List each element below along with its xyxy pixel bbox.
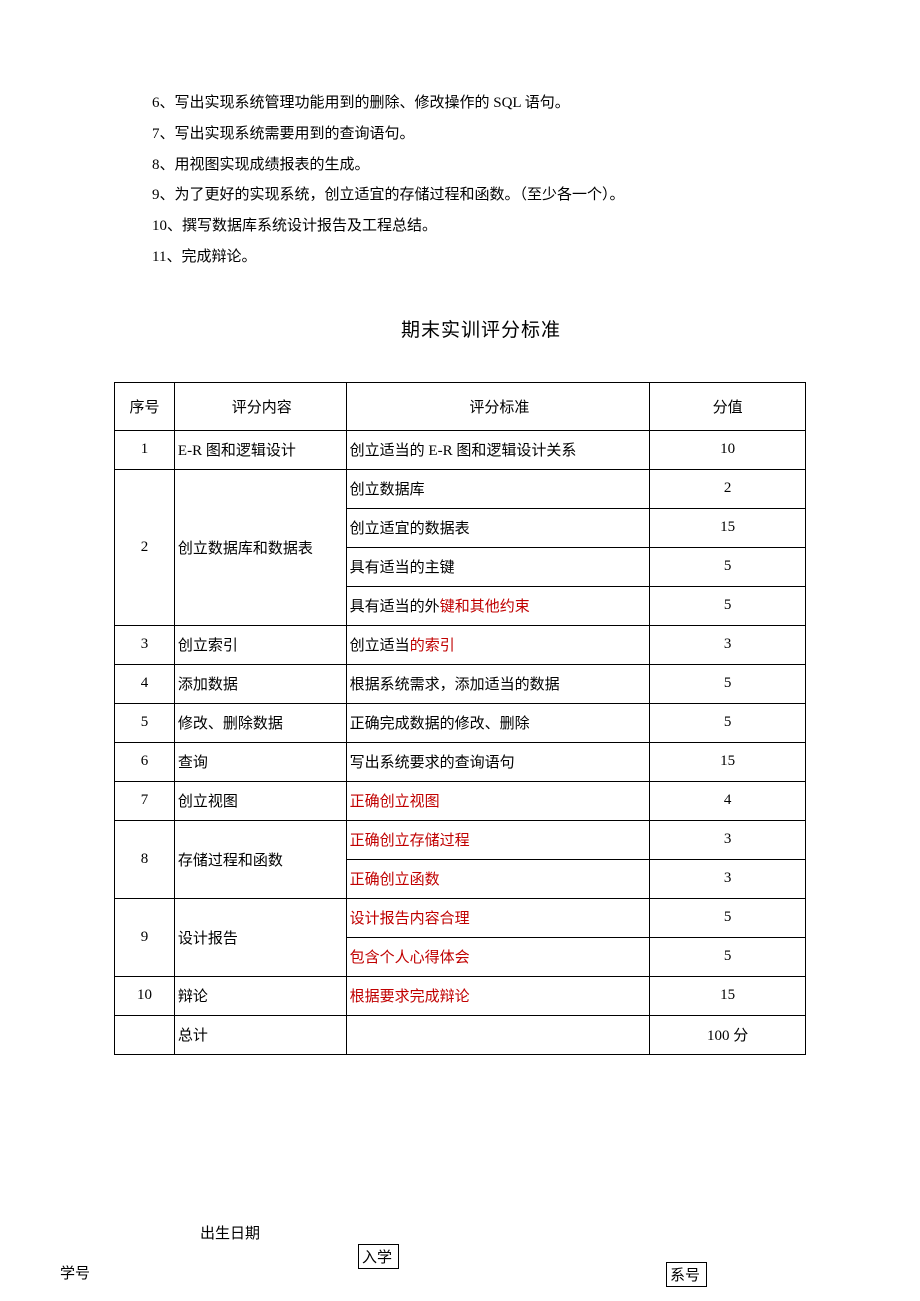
cell-score: 3 [650, 820, 806, 859]
cell-score: 4 [650, 781, 806, 820]
highlight-text: 键和其他约束 [440, 599, 530, 615]
cell-content: 创立视图 [174, 781, 346, 820]
cell-score: 5 [650, 703, 806, 742]
cell-score: 15 [650, 742, 806, 781]
cell-standard: 正确完成数据的修改、删除 [346, 703, 650, 742]
task-item: 10、撰写数据库系统设计报告及工程总结。 [152, 211, 810, 242]
cell-seq: 9 [115, 898, 175, 976]
header-standard: 评分标准 [346, 382, 650, 430]
table-row: 5修改、删除数据正确完成数据的修改、删除5 [115, 703, 806, 742]
header-content: 评分内容 [174, 382, 346, 430]
highlight-text: 正确创立函数 [350, 872, 440, 888]
highlight-text: 的索引 [410, 638, 455, 654]
cell-content: 创立数据库和数据表 [174, 469, 346, 625]
field-birth-date: 出生日期 [200, 1222, 260, 1243]
cell-seq: 4 [115, 664, 175, 703]
section-title: 期末实训评分标准 [152, 315, 810, 342]
highlight-text: 根据要求完成辩论 [350, 989, 470, 1005]
cell-score: 5 [650, 937, 806, 976]
cell-score: 15 [650, 508, 806, 547]
cell-score: 15 [650, 976, 806, 1015]
cell-content: E-R 图和逻辑设计 [174, 430, 346, 469]
cell-score: 5 [650, 898, 806, 937]
task-item: 6、写出实现系统管理功能用到的删除、修改操作的 SQL 语句。 [152, 88, 810, 119]
highlight-text: 包含个人心得体会 [350, 950, 470, 966]
cell-score: 3 [650, 859, 806, 898]
header-score: 分值 [650, 382, 806, 430]
header-seq: 序号 [115, 382, 175, 430]
cell-content: 辩论 [174, 976, 346, 1015]
table-row: 8存储过程和函数正确创立存储过程3 [115, 820, 806, 859]
cell-content: 添加数据 [174, 664, 346, 703]
cell-seq: 3 [115, 625, 175, 664]
cell-seq [115, 1015, 175, 1054]
cell-content: 总计 [174, 1015, 346, 1054]
task-item: 11、完成辩论。 [152, 242, 810, 273]
cell-standard: 正确创立视图 [346, 781, 650, 820]
highlight-text: 设计报告内容合理 [350, 911, 470, 927]
table-row: 3创立索引创立适当的索引3 [115, 625, 806, 664]
cell-standard: 根据要求完成辩论 [346, 976, 650, 1015]
cell-content: 修改、删除数据 [174, 703, 346, 742]
task-item: 9、为了更好的实现系统，创立适宜的存储过程和函数。（至少各一个）。 [152, 180, 810, 211]
cell-content: 存储过程和函数 [174, 820, 346, 898]
cell-standard: 创立适当的索引 [346, 625, 650, 664]
cell-content: 设计报告 [174, 898, 346, 976]
cell-seq: 1 [115, 430, 175, 469]
cell-standard [346, 1015, 650, 1054]
cell-content: 查询 [174, 742, 346, 781]
highlight-text: 正确创立存储过程 [350, 833, 470, 849]
field-student-id: 学号 [60, 1262, 90, 1283]
table-row: 2创立数据库和数据表创立数据库2 [115, 469, 806, 508]
cell-score: 5 [650, 664, 806, 703]
cell-score: 2 [650, 469, 806, 508]
table-row: 1E-R 图和逻辑设计创立适当的 E-R 图和逻辑设计关系10 [115, 430, 806, 469]
cell-seq: 10 [115, 976, 175, 1015]
cell-score: 5 [650, 547, 806, 586]
table-row: 10辩论根据要求完成辩论 15 [115, 976, 806, 1015]
cell-standard: 写出系统要求的查询语句 [346, 742, 650, 781]
cell-score: 10 [650, 430, 806, 469]
cell-standard: 设计报告内容合理 [346, 898, 650, 937]
cell-standard: 包含个人心得体会 [346, 937, 650, 976]
cell-seq: 7 [115, 781, 175, 820]
cell-standard: 正确创立存储过程 [346, 820, 650, 859]
grading-table: 序号 评分内容 评分标准 分值 1E-R 图和逻辑设计创立适当的 E-R 图和逻… [114, 382, 806, 1055]
cell-standard: 创立数据库 [346, 469, 650, 508]
highlight-text: 正确创立视图 [350, 794, 440, 810]
cell-standard: 创立适当的 E-R 图和逻辑设计关系 [346, 430, 650, 469]
task-item: 8、用视图实现成绩报表的生成。 [152, 150, 810, 181]
cell-standard: 正确创立函数 [346, 859, 650, 898]
cell-seq: 6 [115, 742, 175, 781]
cell-seq: 2 [115, 469, 175, 625]
field-dept-id: 系号 [666, 1262, 707, 1287]
cell-score: 5 [650, 586, 806, 625]
cell-score: 3 [650, 625, 806, 664]
table-row: 4添加数据根据系统需求，添加适当的数据5 [115, 664, 806, 703]
table-row: 6查询写出系统要求的查询语句15 [115, 742, 806, 781]
cell-score: 100 分 [650, 1015, 806, 1054]
cell-standard: 根据系统需求，添加适当的数据 [346, 664, 650, 703]
task-item: 7、写出实现系统需要用到的查询语句。 [152, 119, 810, 150]
task-list: 6、写出实现系统管理功能用到的删除、修改操作的 SQL 语句。 7、写出实现系统… [152, 88, 810, 273]
cell-standard: 具有适当的主键 [346, 547, 650, 586]
field-enrollment: 入学 [358, 1244, 399, 1269]
cell-seq: 5 [115, 703, 175, 742]
table-header-row: 序号 评分内容 评分标准 分值 [115, 382, 806, 430]
cell-standard: 具有适当的外键和其他约束 [346, 586, 650, 625]
cell-content: 创立索引 [174, 625, 346, 664]
table-row: 总计 100 分 [115, 1015, 806, 1054]
table-row: 7创立视图正确创立视图 4 [115, 781, 806, 820]
cell-standard: 创立适宜的数据表 [346, 508, 650, 547]
cell-seq: 8 [115, 820, 175, 898]
table-row: 9设计报告设计报告内容合理5 [115, 898, 806, 937]
